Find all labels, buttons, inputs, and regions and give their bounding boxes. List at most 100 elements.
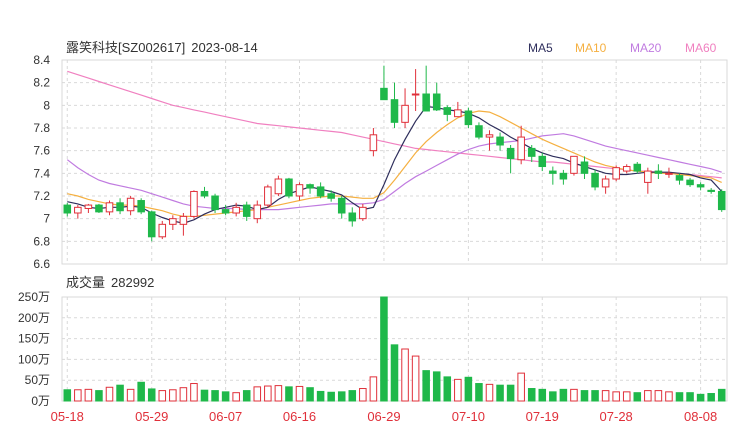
volume-bar — [348, 390, 357, 402]
candle-body — [432, 93, 441, 111]
candle — [717, 189, 726, 212]
volume-bar — [232, 392, 240, 402]
volume-bar — [422, 370, 430, 402]
candle-body — [316, 186, 325, 197]
stock-title: 露笑科技[SZ002617] 2023-08-14 — [66, 40, 258, 55]
candle-body — [295, 184, 304, 197]
candle — [316, 182, 325, 199]
volume-bar — [359, 388, 367, 402]
candle — [517, 125, 525, 165]
volume-value: 282992 — [111, 275, 154, 290]
volume-bars — [63, 296, 726, 402]
candle-body — [570, 155, 578, 174]
candle — [432, 82, 441, 111]
candle — [253, 200, 262, 224]
volume-bar — [675, 392, 684, 402]
candle — [242, 201, 251, 221]
date-tick-label: 06-29 — [367, 409, 400, 424]
volume-bar — [137, 381, 145, 402]
volume-bar — [327, 391, 335, 402]
candle — [274, 175, 283, 196]
volume-bar — [644, 390, 652, 402]
candle — [485, 130, 494, 151]
candle — [475, 122, 483, 140]
candle-body — [126, 197, 135, 212]
volume-bar — [126, 388, 135, 402]
candle — [622, 164, 631, 174]
candle-body — [200, 190, 209, 197]
volume-bar — [200, 389, 209, 402]
candle-body — [105, 202, 114, 213]
candle — [464, 107, 473, 128]
volume-bar — [601, 390, 610, 402]
candle — [295, 182, 304, 201]
date-tick-label: 06-07 — [209, 409, 242, 424]
candle — [63, 202, 72, 217]
volume-bar — [158, 390, 167, 402]
candle-body — [158, 223, 167, 238]
volume-bar — [570, 388, 578, 402]
candle-body — [359, 206, 367, 220]
candle-body — [475, 125, 483, 138]
candle — [306, 183, 314, 194]
volume-tick-label: 150万 — [18, 332, 50, 346]
candle — [116, 198, 124, 215]
candle — [95, 203, 103, 213]
price-tick-label: 8 — [43, 98, 50, 112]
volume-bar — [242, 390, 251, 402]
candle — [580, 156, 589, 179]
candle — [612, 165, 620, 182]
candle — [496, 132, 504, 151]
volume-bar — [665, 391, 673, 402]
volume-bar — [559, 388, 568, 402]
candle — [686, 177, 694, 187]
price-tick-label: 6.8 — [33, 234, 50, 248]
candle-body — [137, 200, 145, 213]
volume-tick-label: 200万 — [18, 311, 50, 325]
candle-body — [232, 206, 240, 214]
candle — [559, 169, 568, 185]
candle-body — [211, 195, 219, 211]
volume-bar — [454, 378, 462, 402]
volume-bar — [337, 391, 346, 402]
candle-body — [221, 209, 230, 214]
volume-bar — [633, 392, 642, 402]
candle — [411, 69, 420, 111]
legend-ma60: MA60 — [685, 41, 717, 55]
volume-tick-label: 50万 — [25, 373, 50, 387]
candle-body — [454, 109, 462, 118]
candle-body — [306, 184, 314, 189]
candle-body — [411, 93, 420, 96]
date-tick-label: 07-28 — [600, 409, 633, 424]
volume-bar — [380, 296, 388, 402]
candle-body — [686, 179, 694, 186]
volume-bar — [253, 386, 262, 402]
price-axis: 8.4 8.2 8 7.8 7.6 7.4 7.2 7 6.8 6.6 — [33, 53, 50, 271]
volume-bar — [147, 388, 156, 402]
price-tick-label: 6.6 — [33, 257, 50, 271]
volume-bar — [517, 372, 525, 402]
price-tick-label: 7 — [43, 212, 50, 226]
candle — [264, 184, 272, 208]
candle — [169, 215, 177, 230]
volume-tick-label: 100万 — [18, 352, 50, 366]
volume-bar — [696, 393, 705, 402]
candle-body — [63, 204, 72, 214]
date-tick-label: 07-10 — [452, 409, 485, 424]
candle-body — [506, 147, 515, 160]
stock-chart: 露笑科技[SZ002617] 2023-08-14 MA5 MA10 MA20 MA60… — [18, 40, 728, 424]
candle-body — [422, 93, 430, 112]
candle-body — [612, 167, 620, 180]
volume-bar — [686, 392, 694, 402]
candle — [644, 167, 652, 194]
volume-bar — [506, 384, 515, 402]
candle-body — [538, 155, 547, 168]
candle — [707, 188, 715, 194]
legend-ma5: MA5 — [528, 41, 553, 55]
candle-body — [707, 189, 715, 192]
price-tick-label: 7.4 — [33, 166, 50, 180]
volume-bar — [485, 383, 494, 402]
candle-body — [327, 193, 335, 199]
volume-bar — [316, 390, 325, 402]
candle-body — [380, 87, 388, 101]
